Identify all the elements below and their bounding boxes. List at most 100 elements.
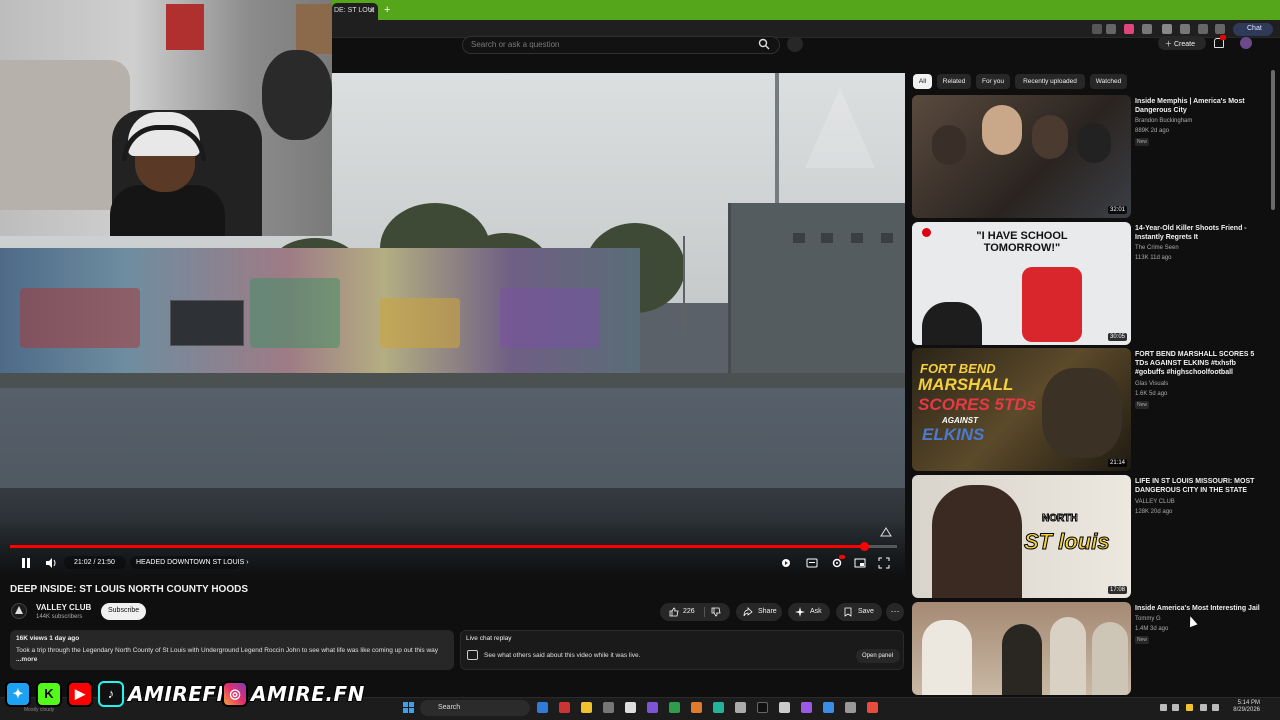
extension-icon[interactable]	[1142, 24, 1152, 34]
search-input[interactable]: Search or ask a question	[462, 36, 780, 54]
chip-all[interactable]: All	[913, 74, 932, 89]
tray-icon[interactable]	[1172, 704, 1179, 711]
rec-title[interactable]: FORT BEND MARSHALL SCORES 5 TDs AGAINST …	[1135, 350, 1260, 377]
channel-watermark-icon	[805, 88, 875, 168]
bookmark-icon[interactable]	[1106, 24, 1116, 34]
chrome-icon[interactable]	[581, 702, 592, 713]
rec-title[interactable]: LIFE IN ST LOUIS MISSOURI: MOST DANGEROU…	[1135, 477, 1260, 495]
chip-recently-uploaded[interactable]: Recently uploaded	[1015, 74, 1085, 89]
pause-icon[interactable]	[20, 557, 32, 569]
social-handle: AMIREFN	[127, 681, 234, 707]
sidebar-scrollbar[interactable]	[1271, 70, 1275, 210]
like-count[interactable]: 226	[683, 608, 695, 615]
open-panel-button[interactable]: Open panel	[856, 649, 900, 663]
app-icon[interactable]	[603, 702, 614, 713]
chip-watched[interactable]: Watched	[1090, 74, 1127, 89]
windows-start-icon[interactable]	[403, 702, 414, 713]
taskbar-search[interactable]: Search	[420, 700, 530, 716]
edge-icon[interactable]	[537, 702, 548, 713]
captions-icon[interactable]	[806, 557, 818, 569]
rec-thumbnail[interactable]: NORTH ST louis 17:08	[912, 475, 1131, 598]
taskbar-clock[interactable]: 5:14 PM 8/29/2026	[1226, 700, 1260, 714]
chrome-icon[interactable]	[867, 702, 878, 713]
browser-tab[interactable]: DE: ST LOUI ✕	[332, 3, 378, 20]
weather-text: Mostly cloudy	[24, 707, 55, 713]
extension-icon[interactable]	[1162, 24, 1172, 34]
favorites-icon[interactable]	[1180, 24, 1190, 34]
volume-tray-icon[interactable]	[1212, 704, 1219, 711]
app-icon[interactable]	[823, 702, 834, 713]
rec-title[interactable]: Inside Memphis | America's Most Dangerou…	[1135, 97, 1260, 115]
app-icon[interactable]	[801, 702, 812, 713]
ask-button[interactable]: Ask	[788, 603, 830, 621]
save-button[interactable]: Save	[836, 603, 882, 621]
channel-name[interactable]: VALLEY CLUB	[36, 603, 91, 612]
windows-logo-pane	[409, 708, 414, 713]
rec-title[interactable]: Inside America's Most Interesting Jail	[1135, 604, 1260, 613]
copilot-chat-button[interactable]: Chat	[1233, 23, 1273, 36]
app-icon[interactable]	[735, 702, 746, 713]
controls-gradient	[0, 518, 905, 578]
tray-icon[interactable]	[1186, 704, 1193, 711]
thumbs-down-icon[interactable]	[711, 607, 721, 617]
rec-channel[interactable]: Glas Visuals	[1135, 381, 1168, 387]
rec-thumbnail[interactable]	[912, 602, 1131, 695]
rec-channel[interactable]: Brandon Buckingham	[1135, 118, 1192, 124]
tab-close-icon[interactable]: ✕	[368, 6, 375, 15]
volume-icon[interactable]	[45, 557, 57, 569]
rec-thumbnail[interactable]: "I HAVE SCHOOL TOMORROW!" 30:05	[912, 222, 1131, 345]
autoplay-toggle-icon[interactable]	[780, 557, 792, 569]
twitter-glyph: ✦	[12, 686, 24, 701]
wifi-icon[interactable]	[1200, 704, 1207, 711]
fullscreen-icon[interactable]	[878, 557, 890, 569]
app-icon[interactable]	[713, 702, 724, 713]
app-icon[interactable]	[625, 702, 636, 713]
youtube-icon: ▶	[67, 681, 93, 707]
chip-for-you[interactable]: For you	[976, 74, 1010, 89]
tray-icon[interactable]	[1160, 704, 1167, 711]
chapter-button[interactable]: HEADED DOWNTOWN ST LOUIS ›	[130, 556, 249, 569]
video-duration: 30:05	[1107, 333, 1127, 341]
video-frame-graffiti-wall	[0, 248, 640, 378]
new-badge: New	[1135, 138, 1150, 146]
extension-icon[interactable]	[1092, 24, 1102, 34]
rec-channel[interactable]: The Crime Seen	[1135, 245, 1179, 251]
video-frame-sign	[170, 300, 244, 346]
thumbnail-person	[1092, 622, 1128, 695]
theater-mode-icon[interactable]	[854, 557, 866, 569]
extension-icon[interactable]	[1124, 24, 1134, 34]
thumbs-up-icon[interactable]	[669, 607, 679, 617]
rec-thumbnail[interactable]: FORT BEND MARSHALL SCORES 5TDs AGAINST E…	[912, 348, 1131, 471]
create-button[interactable]: ＋ Create	[1158, 36, 1206, 50]
chip-related[interactable]: Related	[937, 74, 971, 89]
app-icon[interactable]	[559, 702, 570, 713]
show-more-link[interactable]: ...more	[16, 656, 37, 663]
new-badge: New	[1135, 401, 1150, 409]
microphone-icon[interactable]	[787, 36, 803, 52]
progress-bar[interactable]	[10, 542, 897, 551]
app-icon[interactable]	[691, 702, 702, 713]
thumbnail-person	[982, 105, 1022, 155]
subscribe-button[interactable]: Subscribe	[101, 603, 146, 620]
more-actions-button[interactable]: ···	[886, 603, 904, 621]
new-tab-button[interactable]: +	[384, 4, 390, 16]
twitch-icon[interactable]	[647, 702, 658, 713]
thumbnail-text-line: MARSHALL	[918, 375, 1014, 394]
thumbnail-person	[1032, 115, 1068, 159]
app-icon[interactable]	[757, 702, 768, 713]
divider	[704, 607, 705, 617]
menu-icon[interactable]	[1215, 24, 1225, 34]
rec-channel[interactable]: VALLEY CLUB	[1135, 499, 1175, 505]
bookmark-save-icon	[844, 607, 852, 617]
collections-icon[interactable]	[1198, 24, 1208, 34]
account-avatar[interactable]	[1240, 37, 1252, 49]
rec-thumbnail[interactable]: 32:01	[912, 95, 1131, 218]
xbox-icon[interactable]	[669, 702, 680, 713]
app-icon[interactable]	[779, 702, 790, 713]
rec-channel[interactable]: Tommy G	[1135, 616, 1161, 622]
thumbnail-person	[922, 620, 972, 695]
share-button[interactable]: Share	[736, 603, 782, 621]
settings-icon[interactable]	[845, 702, 856, 713]
search-icon[interactable]	[758, 38, 770, 50]
rec-title[interactable]: 14-Year-Old Killer Shoots Friend - Insta…	[1135, 224, 1260, 242]
